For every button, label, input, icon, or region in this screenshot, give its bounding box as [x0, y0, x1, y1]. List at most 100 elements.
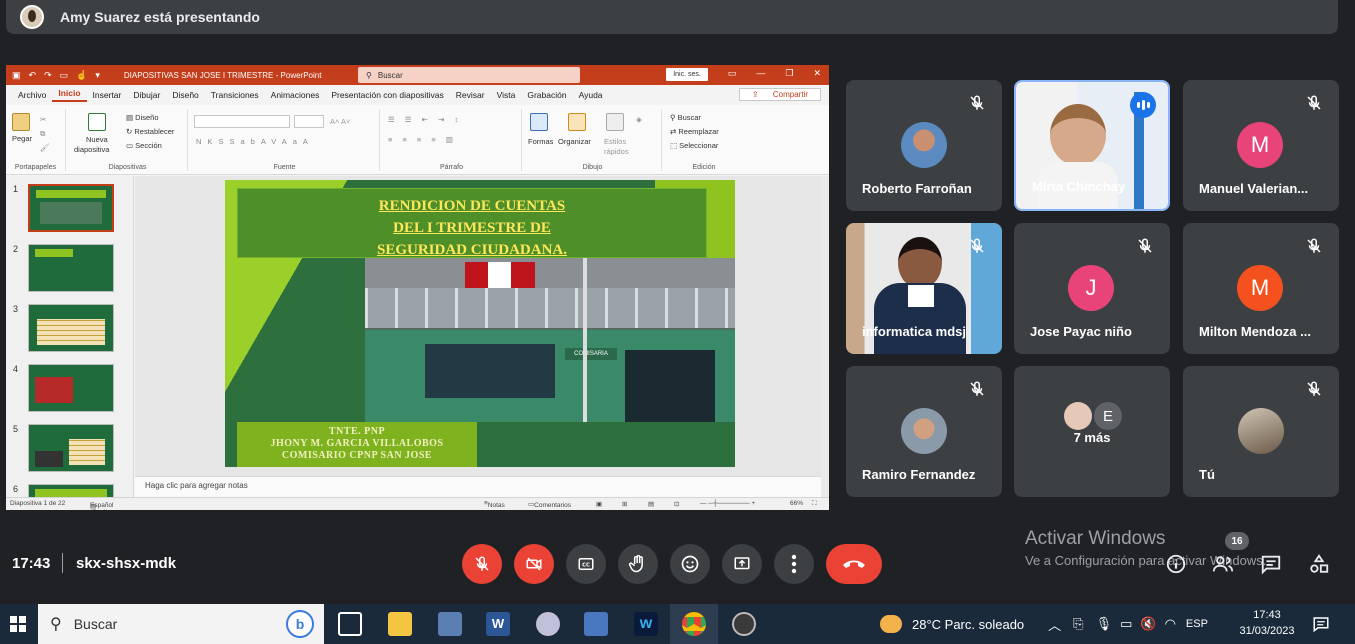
tab-transiciones[interactable]: Transiciones [205, 90, 265, 100]
arrange-icon[interactable] [568, 113, 586, 131]
chrome-icon[interactable] [682, 612, 706, 636]
sign-in-button[interactable]: Inic. ses. [666, 68, 708, 81]
zoom-slider[interactable]: — ─┼─────── + [700, 500, 755, 507]
taskbar-search[interactable]: ⚲ Buscar b [38, 604, 324, 644]
present-icon[interactable]: ▭ [60, 70, 69, 81]
slideshow-view-icon[interactable]: ⊡ [674, 500, 679, 508]
chevron-up-icon[interactable]: ︿ [1048, 615, 1061, 634]
slide-thumbnail[interactable] [28, 484, 114, 497]
meeting-code[interactable]: skx-shsx-mdk [76, 555, 176, 572]
font-format-buttons[interactable]: NKSSabAVAaA [196, 137, 314, 146]
task-view-icon[interactable] [338, 612, 362, 636]
notes-pane[interactable]: Haga clic para agregar notas [135, 476, 821, 497]
camera-tray-icon[interactable]: ▭ [1120, 616, 1132, 632]
slide-thumbnail[interactable] [28, 364, 114, 412]
slide-thumbnail[interactable] [28, 244, 114, 292]
people-icon[interactable] [1212, 553, 1234, 575]
normal-view-icon[interactable]: ▣ [596, 500, 602, 508]
fit-slide-icon[interactable]: ⛶ [812, 500, 817, 508]
current-slide[interactable]: RENDICION DE CUENTAS DEL I TRIMESTRE DE … [225, 180, 735, 467]
tab-animaciones[interactable]: Animaciones [265, 90, 326, 100]
mic-tray-icon[interactable]: 🎙 [1096, 616, 1113, 632]
copy-icon[interactable]: ⧉ [40, 129, 45, 139]
font-family-select[interactable] [194, 115, 290, 128]
close-icon[interactable]: ✕ [813, 68, 821, 79]
chat-icon[interactable] [1260, 553, 1282, 575]
undo-icon[interactable]: ↶ [29, 70, 37, 81]
tab-ayuda[interactable]: Ayuda [573, 90, 609, 100]
tab-diseno[interactable]: Diseño [166, 90, 204, 100]
ppt-search-box[interactable]: ⚲ Buscar [358, 67, 580, 83]
redo-icon[interactable]: ↷ [44, 70, 52, 81]
font-size-select[interactable] [294, 115, 324, 128]
info-icon[interactable] [1165, 553, 1187, 575]
present-screen-button[interactable] [722, 544, 762, 584]
participant-tile[interactable]: M Milton Mendoza ... [1183, 223, 1339, 354]
activities-icon[interactable] [1308, 553, 1330, 575]
shapes-icon[interactable] [530, 113, 548, 131]
participant-tile[interactable]: J Jose Payac niño [1014, 223, 1170, 354]
font-grow-icon[interactable]: A˄ A˅ [330, 117, 350, 126]
leave-call-button[interactable] [826, 544, 882, 584]
sorter-view-icon[interactable]: ⊞ [622, 500, 627, 508]
recording-app-icon[interactable] [732, 612, 756, 636]
tab-presentacion[interactable]: Presentación con diapositivas [325, 90, 449, 100]
language-indicator[interactable]: ESP [1186, 618, 1208, 630]
bing-icon[interactable]: b [286, 610, 314, 638]
slide-thumbnail[interactable] [28, 184, 114, 232]
slide-thumbnail[interactable] [28, 424, 114, 472]
participant-tile[interactable]: Ramiro Fernandez [846, 366, 1002, 497]
weather-text[interactable]: 28°C Parc. soleado [912, 617, 1024, 632]
weather-icon[interactable] [880, 615, 902, 633]
wifi-icon[interactable]: ◠ [1165, 616, 1176, 632]
participant-tile[interactable]: M Manuel Valerian... [1183, 80, 1339, 211]
more-options-button[interactable] [774, 544, 814, 584]
quick-styles-icon[interactable] [606, 113, 624, 131]
participant-tile[interactable]: Tú [1183, 366, 1339, 497]
list-icons[interactable]: ☰ ☰ ⇤ ⇥ ↕ [388, 115, 462, 124]
tab-archivo[interactable]: Archivo [12, 90, 52, 100]
chrome-active-slot[interactable] [670, 604, 718, 644]
format-painter-icon[interactable]: 🖌 [40, 143, 50, 152]
remote-desktop-icon[interactable] [584, 612, 608, 636]
reading-view-icon[interactable]: ▤ [648, 500, 654, 508]
meet-tray-icon[interactable]: ⎘ [1073, 616, 1083, 632]
new-slide-icon[interactable] [88, 113, 106, 131]
minimize-icon[interactable]: — [756, 68, 765, 79]
tab-vista[interactable]: Vista [491, 90, 522, 100]
share-button[interactable]: ⇪ Compartir [738, 88, 821, 101]
taskbar-clock[interactable]: 17:43 31/03/2023 [1236, 607, 1298, 639]
comments-button[interactable]: ▭ Comentarios [528, 500, 571, 509]
customize-icon[interactable]: ▾ [95, 70, 100, 81]
tab-revisar[interactable]: Revisar [450, 90, 491, 100]
tab-grabacion[interactable]: Grabación [521, 90, 572, 100]
windows-start-icon[interactable] [10, 616, 26, 632]
notes-button[interactable]: ≡ Notas [484, 500, 505, 509]
calculator-icon[interactable] [438, 612, 462, 636]
participant-tile[interactable]: E7 más [1014, 366, 1170, 497]
fill-icon[interactable]: ◈ [636, 115, 642, 124]
word-icon[interactable]: W [486, 612, 510, 636]
participant-tile[interactable]: Roberto Farroñan [846, 80, 1002, 211]
slide-scrollbar[interactable] [821, 176, 829, 497]
mic-off-button[interactable] [462, 544, 502, 584]
participant-tile[interactable]: informatica mdsj [846, 223, 1002, 354]
save-icon[interactable]: ▣ [12, 70, 21, 81]
file-explorer-icon[interactable] [388, 612, 412, 636]
tab-inicio[interactable]: Inicio [52, 88, 87, 102]
align-icons[interactable]: ≡ ≡ ≡ ≡ ▥ [388, 135, 457, 144]
ribbon-options-icon[interactable]: ▭ [728, 68, 737, 79]
paste-icon[interactable] [12, 113, 30, 131]
paint-icon[interactable] [536, 612, 560, 636]
cut-icon[interactable]: ✂ [40, 115, 46, 124]
volume-muted-icon[interactable]: 🔇 [1140, 616, 1156, 632]
tab-dibujar[interactable]: Dibujar [127, 90, 166, 100]
participant-tile[interactable]: Mirta Chinchay [1014, 80, 1170, 211]
notifications-icon[interactable] [1312, 615, 1330, 633]
zoom-level[interactable]: 66% [790, 500, 803, 507]
captions-button[interactable]: CC [566, 544, 606, 584]
webex-icon[interactable]: w [634, 612, 658, 636]
maximize-icon[interactable]: ❐ [785, 68, 793, 79]
camera-off-button[interactable] [514, 544, 554, 584]
tab-insertar[interactable]: Insertar [87, 90, 128, 100]
